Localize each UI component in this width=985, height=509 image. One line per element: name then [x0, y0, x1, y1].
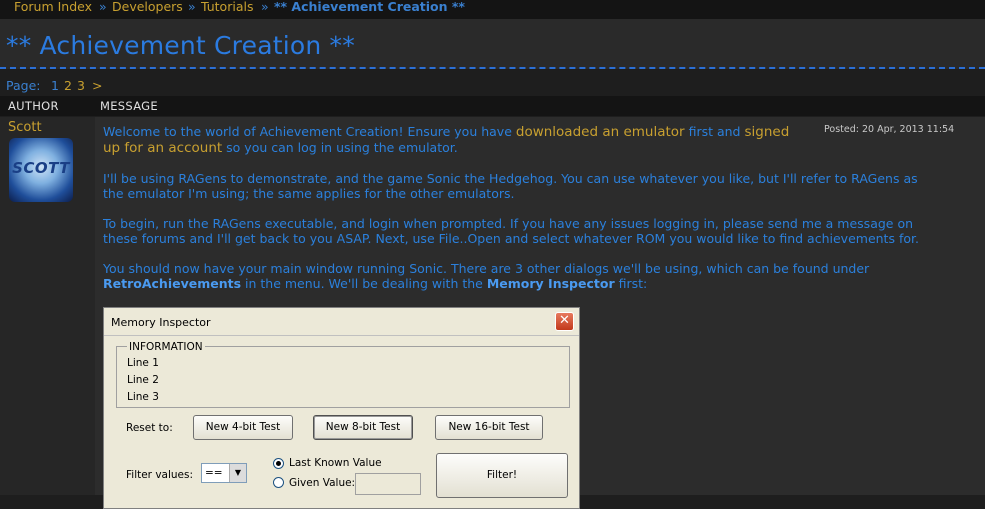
- column-author: AUTHOR: [8, 99, 59, 113]
- given-value-input[interactable]: [355, 473, 421, 495]
- new-8-bit-test-button[interactable]: New 8-bit Test: [313, 415, 413, 440]
- chevron-down-icon[interactable]: ▼: [229, 464, 246, 482]
- post-text: first:: [618, 276, 648, 291]
- download-emulator-link[interactable]: downloaded an emulator: [516, 124, 685, 140]
- post-paragraph-1-line-2: up for an account so you can log in usin…: [103, 140, 458, 156]
- reset-to-label: Reset to:: [126, 422, 173, 434]
- column-headers: AUTHOR MESSAGE: [0, 96, 985, 116]
- post-paragraph-2-line-2: the emulator I'm using; the same applies…: [103, 186, 515, 201]
- breadcrumb: Forum Index » Developers » Tutorials » *…: [0, 0, 985, 19]
- post-text: Welcome to the world of Achievement Crea…: [103, 124, 512, 139]
- signup-link-continued[interactable]: up for an account: [103, 140, 222, 156]
- breadcrumb-separator: »: [188, 0, 196, 14]
- new-16-bit-test-button[interactable]: New 16-bit Test: [435, 415, 543, 440]
- breadcrumb-separator: »: [99, 0, 107, 14]
- pagination-current: 1: [51, 78, 59, 93]
- filter-button[interactable]: Filter!: [436, 453, 568, 498]
- avatar-text: SCOTT: [12, 159, 70, 177]
- info-line: Line 3: [127, 391, 159, 403]
- dialog-title: Memory Inspector: [111, 316, 211, 329]
- filter-values-label: Filter values:: [126, 469, 194, 481]
- post-paragraph-2: I'll be using RAGens to demonstrate, and…: [103, 171, 918, 186]
- breadcrumb-developers[interactable]: Developers: [112, 0, 183, 14]
- post-timestamp: Posted: 20 Apr, 2013 11:54: [824, 124, 955, 135]
- post-paragraph-1: Welcome to the world of Achievement Crea…: [103, 124, 789, 140]
- post-paragraph-3: To begin, run the RAGens executable, and…: [103, 216, 914, 231]
- last-known-value-radio[interactable]: [273, 458, 284, 469]
- filter-operator-select[interactable]: == ▼: [201, 463, 247, 483]
- radio-selected-dot: [276, 461, 281, 466]
- post-text: so you can log in using the emulator.: [226, 140, 458, 155]
- avatar: SCOTT: [9, 138, 73, 202]
- post-text: in the menu. We'll be dealing with the: [245, 276, 483, 291]
- author-column: Scott SCOTT: [0, 117, 95, 495]
- breadcrumb-separator: »: [261, 0, 269, 14]
- info-line: Line 2: [127, 374, 159, 386]
- post-paragraph-4: You should now have your main window run…: [103, 261, 870, 276]
- last-known-value-label: Last Known Value: [289, 457, 382, 469]
- page-header: ** Achievement Creation **: [0, 19, 985, 69]
- author-name[interactable]: Scott: [8, 120, 42, 135]
- information-group: INFORMATION Line 1 Line 2 Line 3: [116, 341, 570, 408]
- pagination: Page: 1 2 3 >: [0, 78, 985, 95]
- dialog-titlebar: Memory Inspector ✕: [104, 308, 579, 336]
- post-paragraph-3-line-2: these forums and I'll get back to you AS…: [103, 231, 919, 246]
- signup-link[interactable]: signed: [744, 124, 789, 140]
- post-text: first and: [688, 124, 741, 139]
- memory-inspector-dialog: Memory Inspector ✕ INFORMATION Line 1 Li…: [103, 307, 580, 509]
- breadcrumb-current: ** Achievement Creation **: [274, 0, 465, 14]
- post-paragraph-4-line-2: RetroAchievements in the menu. We'll be …: [103, 276, 648, 292]
- retroachievements-text: RetroAchievements: [103, 276, 242, 291]
- information-legend: INFORMATION: [127, 341, 205, 353]
- pagination-page-3[interactable]: 3: [77, 78, 85, 93]
- new-4-bit-test-button[interactable]: New 4-bit Test: [193, 415, 293, 440]
- pagination-page-2[interactable]: 2: [64, 78, 72, 93]
- pagination-next[interactable]: >: [92, 78, 102, 93]
- pagination-label: Page:: [6, 78, 41, 93]
- info-line: Line 1: [127, 357, 159, 369]
- given-value-label: Given Value:: [289, 477, 356, 489]
- breadcrumb-tutorials[interactable]: Tutorials: [201, 0, 253, 14]
- column-message: MESSAGE: [100, 99, 158, 113]
- close-icon[interactable]: ✕: [555, 312, 574, 331]
- memory-inspector-text: Memory Inspector: [486, 276, 615, 291]
- breadcrumb-forum-index[interactable]: Forum Index: [14, 0, 92, 14]
- filter-operator-value: ==: [205, 467, 223, 479]
- page-title: ** Achievement Creation **: [6, 31, 355, 60]
- given-value-radio[interactable]: [273, 477, 284, 488]
